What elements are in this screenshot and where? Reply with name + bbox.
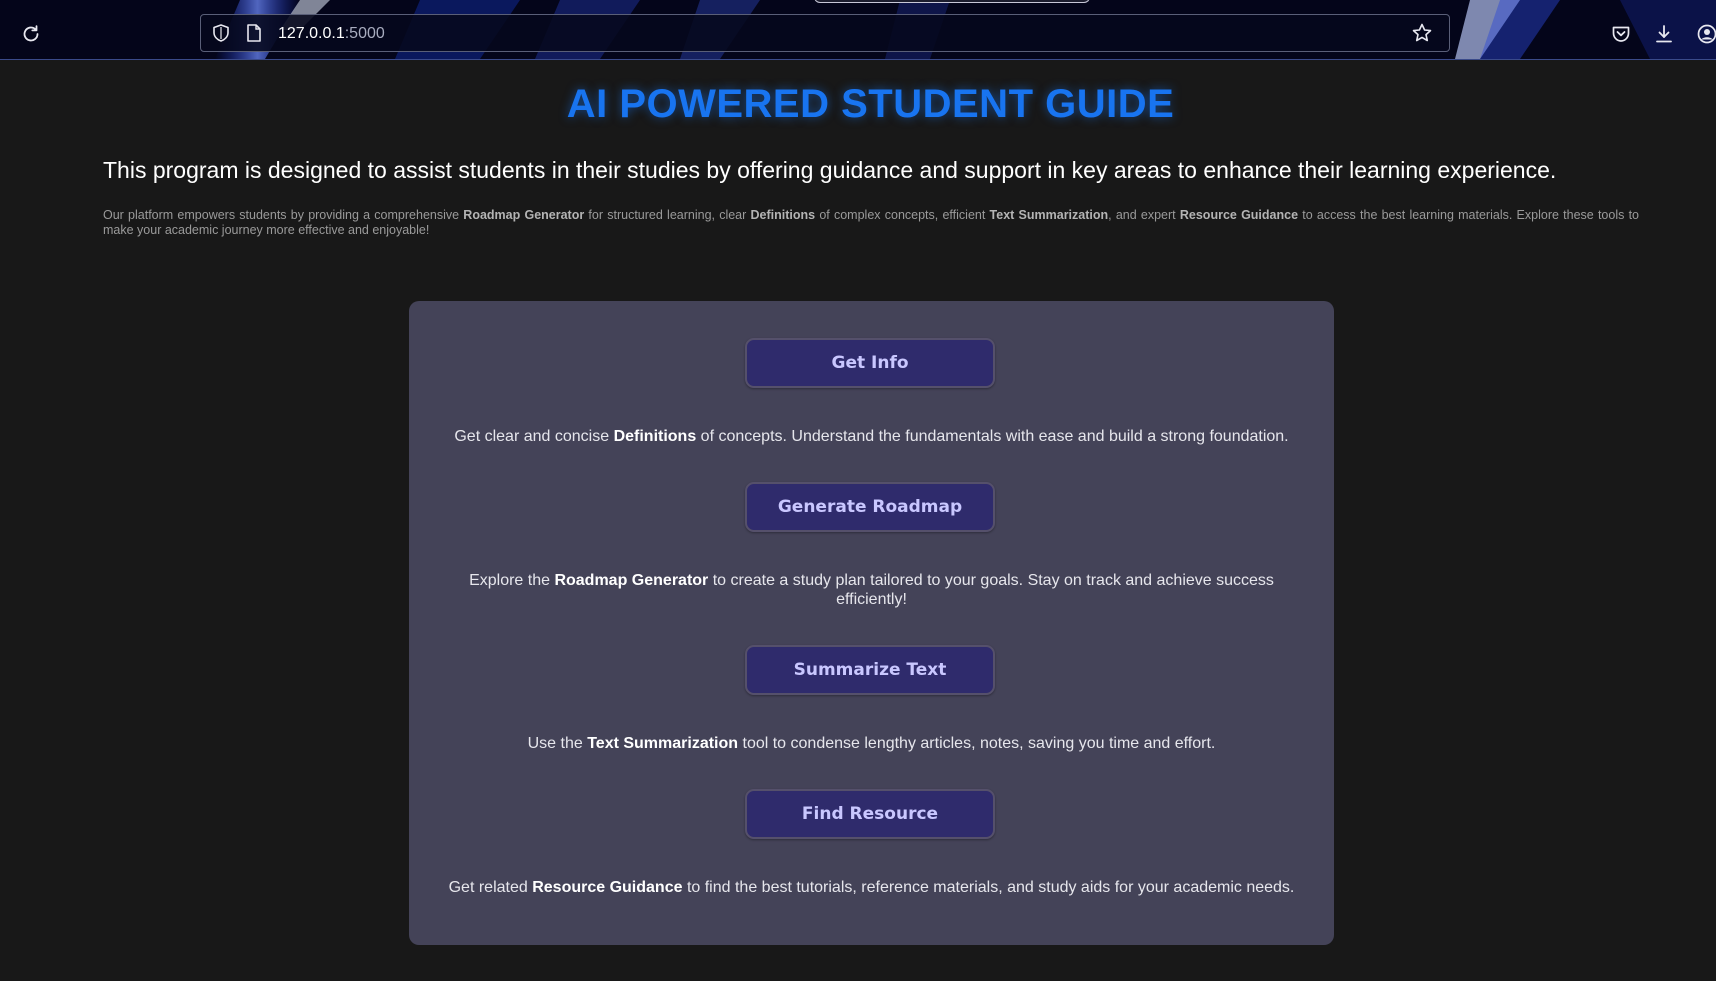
summarize-text-description: Use the Text Summarization tool to conde… bbox=[439, 734, 1304, 753]
intro-text: This program is designed to assist stude… bbox=[103, 157, 1557, 183]
find-resource-button[interactable]: Find Resource bbox=[745, 789, 995, 839]
reload-icon[interactable] bbox=[16, 19, 46, 49]
get-info-button[interactable]: Get Info bbox=[745, 338, 995, 388]
download-icon[interactable] bbox=[1649, 19, 1679, 49]
browser-toolbar: 127.0.0.1:5000 bbox=[0, 0, 1716, 60]
feature-text: to find the best tutorials, reference ma… bbox=[682, 879, 1295, 896]
feature-highlight: Roadmap Generator bbox=[554, 572, 709, 589]
shield-icon[interactable] bbox=[206, 18, 236, 48]
active-tab-edge[interactable] bbox=[814, 0, 1090, 3]
star-icon[interactable] bbox=[1407, 18, 1437, 48]
description-highlight: Roadmap Generator bbox=[463, 208, 585, 222]
description-highlight: Definitions bbox=[750, 208, 816, 222]
description-text: for structured learning, clear bbox=[584, 208, 751, 222]
platform-description: Our platform empowers students by provid… bbox=[103, 208, 1639, 238]
address-bar[interactable]: 127.0.0.1:5000 bbox=[200, 14, 1450, 52]
features-card: Get Info Get clear and concise Definitio… bbox=[409, 301, 1334, 945]
pocket-icon[interactable] bbox=[1606, 19, 1636, 49]
feature-text: of concepts. Understand the fundamentals… bbox=[696, 428, 1289, 445]
find-resource-description: Get related Resource Guidance to find th… bbox=[439, 878, 1304, 897]
account-icon[interactable] bbox=[1692, 19, 1716, 49]
feature-text: Get clear and concise bbox=[454, 428, 614, 445]
description-highlight: Text Summarization bbox=[989, 208, 1109, 222]
page-icon[interactable] bbox=[239, 18, 269, 48]
feature-highlight: Resource Guidance bbox=[532, 879, 683, 896]
feature-text: Get related bbox=[448, 879, 533, 896]
feature-text: Use the bbox=[527, 735, 588, 752]
url-port: :5000 bbox=[344, 25, 385, 42]
feature-text: Explore the bbox=[469, 572, 555, 589]
description-highlight: Resource Guidance bbox=[1179, 208, 1299, 222]
url-host: 127.0.0.1 bbox=[278, 25, 345, 42]
description-text: , and expert bbox=[1108, 208, 1180, 222]
page-title: AI POWERED STUDENT GUIDE bbox=[566, 82, 1175, 126]
summarize-text-button[interactable]: Summarize Text bbox=[745, 645, 995, 695]
feature-highlight: Text Summarization bbox=[587, 735, 739, 752]
generate-roadmap-description: Explore the Roadmap Generator to create … bbox=[454, 571, 1289, 609]
feature-text: tool to condense lengthy articles, notes… bbox=[738, 735, 1216, 752]
description-text: of complex concepts, efficient bbox=[815, 208, 990, 222]
generate-roadmap-button[interactable]: Generate Roadmap bbox=[745, 482, 995, 532]
feature-text: to create a study plan tailored to your … bbox=[708, 572, 1274, 608]
description-text: Our platform empowers students by provid… bbox=[103, 208, 464, 222]
feature-highlight: Definitions bbox=[613, 428, 697, 445]
get-info-description: Get clear and concise Definitions of con… bbox=[439, 427, 1304, 446]
url-text[interactable]: 127.0.0.1:5000 bbox=[278, 25, 385, 43]
